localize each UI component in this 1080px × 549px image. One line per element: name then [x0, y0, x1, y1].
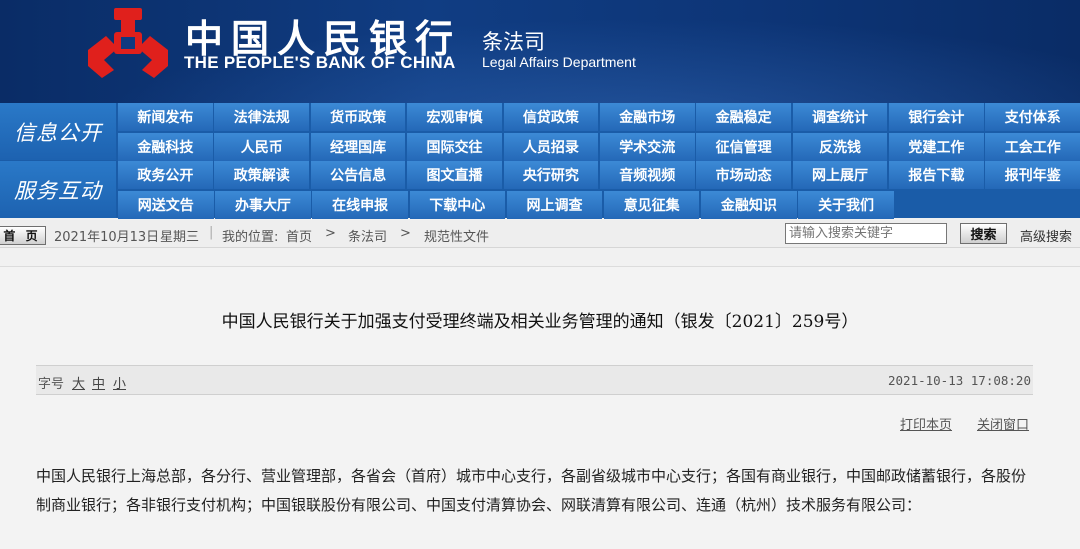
nav-item[interactable]: 银行会计 [889, 103, 984, 131]
nav-item[interactable]: 宏观审慎 [407, 103, 502, 131]
nav-item[interactable]: 办事大厅 [215, 191, 311, 219]
nav-item[interactable]: 货币政策 [310, 103, 406, 131]
current-date: 2021年10月13日 [54, 230, 160, 245]
pboc-logo-icon[interactable] [84, 6, 172, 80]
nav-group-service: 服务互动 政务公开 政策解读 公告信息 图文直播 央行研究 音频视频 市场动态 … [0, 161, 1080, 219]
nav-item[interactable]: 人员招录 [503, 133, 599, 161]
dept-name-cn: 条法司 [482, 30, 545, 54]
font-size-small[interactable]: 小 [113, 373, 126, 392]
nav-item[interactable]: 政策解读 [214, 161, 310, 189]
nav-row-3: 政务公开 政策解读 公告信息 图文直播 央行研究 音频视频 市场动态 网上展厅 … [118, 161, 1080, 189]
nav-row-4: 网送文告 办事大厅 在线申报 下载中心 网上调查 意见征集 金融知识 关于我们 [118, 191, 1080, 219]
nav-item[interactable]: 党建工作 [889, 133, 984, 161]
nav-item[interactable]: 央行研究 [503, 161, 599, 189]
nav-item[interactable]: 调查统计 [792, 103, 888, 131]
breadcrumb-normative-docs[interactable]: 规范性文件 [424, 226, 489, 245]
nav-item[interactable]: 经理国库 [310, 133, 406, 161]
nav-item[interactable]: 人民币 [214, 133, 310, 161]
nav-item[interactable]: 公告信息 [310, 161, 406, 189]
nav-item[interactable]: 网送文告 [118, 191, 214, 219]
nav-group-info: 信息公开 新闻发布 法律法规 货币政策 宏观审慎 信贷政策 金融市场 金融稳定 … [0, 103, 1080, 161]
header-banner: 中国人民银行 THE PEOPLE'S BANK OF CHINA 条法司 Le… [0, 0, 1080, 103]
nav-item[interactable]: 图文直播 [407, 161, 502, 189]
breadcrumb-home[interactable]: 首页 [286, 226, 312, 245]
nav-group-label-info[interactable]: 信息公开 [0, 103, 116, 160]
print-page-link[interactable]: 打印本页 [900, 414, 952, 433]
font-size-medium[interactable]: 中 [92, 373, 105, 392]
nav-item[interactable]: 金融知识 [701, 191, 797, 219]
bank-name-en: THE PEOPLE'S BANK OF CHINA [184, 53, 456, 72]
article-title: 中国人民银行关于加强支付受理终端及相关业务管理的通知（银发〔2021〕259号） [221, 312, 859, 332]
article-body-text: 中国人民银行上海总部，各分行、营业管理部，各省会（首府）城市中心支行，各副省级城… [36, 467, 1027, 514]
breadcrumb-separator: > [400, 226, 411, 241]
nav-item[interactable]: 金融稳定 [696, 103, 791, 131]
nav-group-label-service[interactable]: 服务互动 [0, 161, 116, 218]
nav-row-2: 金融科技 人民币 经理国库 国际交往 人员招录 学术交流 征信管理 反洗钱 党建… [118, 133, 1080, 161]
advanced-search-link[interactable]: 高级搜索 [1020, 226, 1072, 245]
nav-item[interactable]: 新闻发布 [118, 103, 213, 131]
breadcrumb-legal-dept[interactable]: 条法司 [348, 226, 387, 245]
breadcrumb-separator: > [325, 226, 336, 241]
nav-item[interactable]: 音频视频 [599, 161, 695, 189]
info-bar: 首 页 2021年10月13日 星期三 | 我的位置: 首页 > 条法司 > 规… [0, 220, 1080, 248]
nav-item[interactable]: 在线申报 [312, 191, 408, 219]
nav-item[interactable]: 网上展厅 [792, 161, 888, 189]
main-navigation: 信息公开 新闻发布 法律法规 货币政策 宏观审慎 信贷政策 金融市场 金融稳定 … [0, 103, 1080, 219]
search-button[interactable]: 搜索 [960, 223, 1007, 244]
nav-item[interactable]: 法律法规 [214, 103, 310, 131]
publish-datetime: 2021-10-13 17:08:20 [888, 373, 1031, 388]
font-size-label: 字号 [38, 377, 65, 392]
nav-item[interactable]: 下载中心 [409, 191, 506, 219]
nav-item[interactable]: 关于我们 [798, 191, 894, 219]
dept-name-en: Legal Affairs Department [482, 54, 636, 70]
nav-item[interactable]: 信贷政策 [503, 103, 599, 131]
nav-item[interactable]: 学术交流 [599, 133, 695, 161]
home-button[interactable]: 首 页 [0, 226, 46, 245]
nav-item[interactable]: 工会工作 [985, 133, 1080, 161]
article-meta-bar: 字号 大 中 小 2021-10-13 17:08:20 [36, 365, 1033, 395]
nav-item[interactable]: 意见征集 [603, 191, 700, 219]
nav-item[interactable]: 金融科技 [118, 133, 213, 161]
nav-row-1: 新闻发布 法律法规 货币政策 宏观审慎 信贷政策 金融市场 金融稳定 调查统计 … [118, 103, 1080, 131]
nav-item[interactable]: 金融市场 [599, 103, 695, 131]
nav-item[interactable]: 网上调查 [506, 191, 603, 219]
nav-item[interactable]: 政务公开 [118, 161, 213, 189]
nav-item[interactable]: 反洗钱 [792, 133, 888, 161]
current-weekday: 星期三 [160, 230, 200, 245]
font-size-large[interactable]: 大 [72, 373, 85, 392]
nav-item[interactable]: 报告下载 [889, 161, 984, 189]
close-window-link[interactable]: 关闭窗口 [977, 414, 1029, 433]
article-content: 中国人民银行关于加强支付受理终端及相关业务管理的通知（银发〔2021〕259号）… [0, 266, 1080, 549]
nav-item[interactable]: 市场动态 [696, 161, 791, 189]
divider: | [209, 225, 214, 240]
nav-item[interactable]: 国际交往 [407, 133, 502, 161]
search-input[interactable] [785, 223, 947, 244]
location-label: 我的位置: [222, 230, 279, 245]
nav-item[interactable]: 征信管理 [696, 133, 791, 161]
nav-item[interactable]: 支付体系 [985, 103, 1080, 131]
nav-item[interactable]: 报刊年鉴 [985, 161, 1080, 189]
